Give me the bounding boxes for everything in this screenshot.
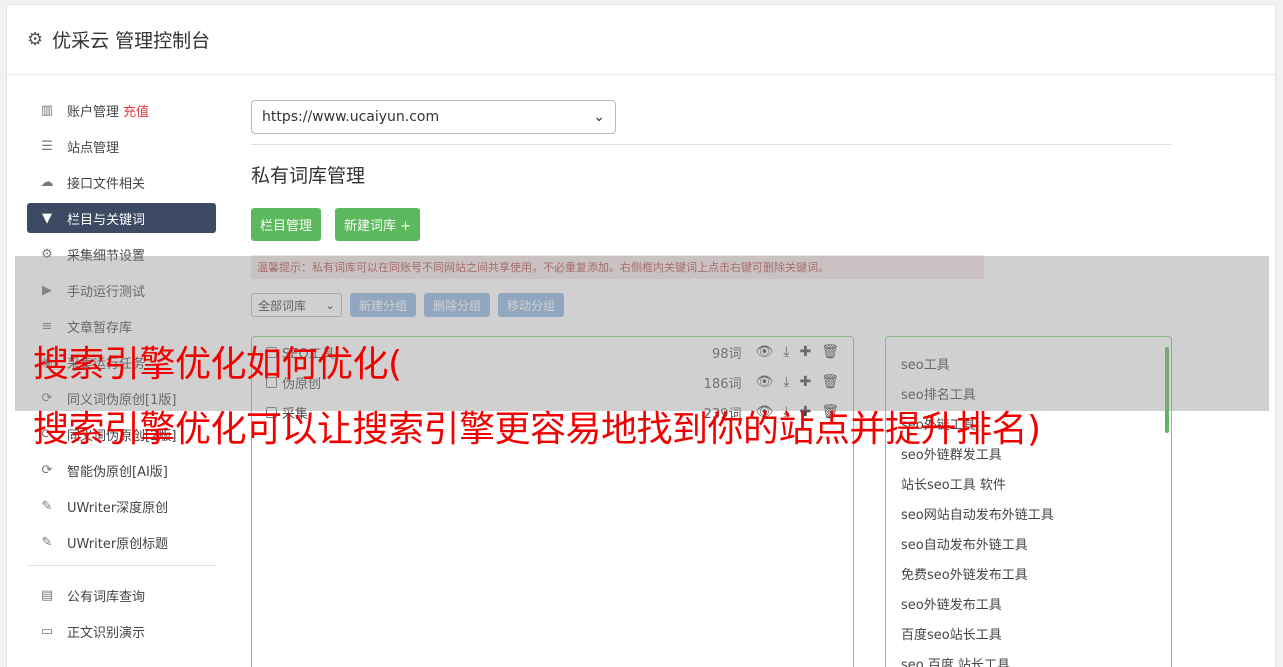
edit-icon: ✎ bbox=[41, 534, 53, 550]
sidebar-item-label: 账户管理 bbox=[67, 104, 120, 120]
sidebar-item-label: 站点管理 bbox=[67, 140, 120, 156]
sidebar-item-label: 智能伪原创[AI版] bbox=[67, 464, 168, 480]
refresh-icon: ⟳ bbox=[41, 462, 53, 478]
columns-button[interactable]: 栏目管理 bbox=[251, 208, 322, 241]
sidebar-item-label: UWriter深度原创 bbox=[67, 500, 169, 516]
sidebar-item-label: 公有词库查询 bbox=[67, 589, 146, 605]
sidebar-item-label: 接口文件相关 bbox=[67, 176, 146, 192]
filter-icon: ▼ bbox=[42, 210, 52, 226]
sidebar-item-account[interactable]: ▥ 账户管理 充值 bbox=[27, 95, 216, 125]
recharge-link[interactable]: 充值 bbox=[123, 101, 149, 120]
keyword-item[interactable]: 免费seo外链发布工具 bbox=[886, 558, 1171, 588]
sidebar-item-label: 栏目与关键词 bbox=[67, 212, 146, 228]
sidebar-item-text-recognition[interactable]: ▭ 正文识别演示 bbox=[27, 616, 216, 646]
keyword-item[interactable]: seo网站自动发布外链工具 bbox=[886, 498, 1171, 528]
keyword-item[interactable]: 站长seo工具 软件 bbox=[886, 468, 1171, 498]
overlay-caption-line1: 搜索引擎优化如何优化( bbox=[33, 344, 402, 385]
server-icon: ☰ bbox=[41, 138, 53, 154]
overlay-caption-line2: 搜索引擎优化可以让搜索引擎更容易地找到你的站点并提升排名) bbox=[33, 409, 1041, 450]
page-title: 优采云 管理控制台 bbox=[52, 30, 211, 52]
sidebar-divider bbox=[27, 565, 216, 566]
chevron-down-icon: ⌄ bbox=[593, 109, 605, 125]
sidebar-item-sites[interactable]: ☰ 站点管理 bbox=[27, 131, 216, 161]
divider bbox=[251, 144, 1171, 145]
sidebar-item-ai-rewrite[interactable]: ⟳ 智能伪原创[AI版] bbox=[27, 455, 216, 485]
keyword-item[interactable]: seo外链发布工具 bbox=[886, 588, 1171, 618]
overlay-band bbox=[15, 256, 1269, 411]
keyword-item[interactable]: seo自动发布外链工具 bbox=[886, 528, 1171, 558]
sidebar-item-uwriter-title[interactable]: ✎ UWriter原创标题 bbox=[27, 527, 216, 557]
new-lexicon-button[interactable]: 新建词库 + bbox=[335, 208, 421, 241]
bar-chart-icon: ▥ bbox=[40, 102, 54, 118]
site-select[interactable]: https://www.ucaiyun.com ⌄ bbox=[251, 100, 616, 134]
sidebar-item-columns-keywords[interactable]: ▼ 栏目与关键词 bbox=[27, 203, 216, 233]
edit-icon: ✎ bbox=[41, 498, 53, 514]
keyword-item[interactable]: 百度seo站长工具 bbox=[886, 618, 1171, 648]
sidebar-item-uwriter-deep[interactable]: ✎ UWriter深度原创 bbox=[27, 491, 216, 521]
book-icon: ▤ bbox=[40, 587, 54, 603]
monitor-icon: ▭ bbox=[40, 623, 54, 639]
cloud-upload-icon: ☁ bbox=[40, 174, 54, 190]
top-bar: ⚙ 优采云 管理控制台 bbox=[7, 5, 1275, 75]
sidebar-item-label: 正文识别演示 bbox=[67, 625, 146, 641]
keyword-item[interactable]: seo 百度 站长工具 bbox=[886, 648, 1171, 667]
sidebar-item-public-lexicon[interactable]: ▤ 公有词库查询 bbox=[27, 580, 216, 610]
site-select-value: https://www.ucaiyun.com bbox=[262, 109, 440, 125]
gear-icon: ⚙ bbox=[27, 29, 44, 50]
sidebar-item-label: UWriter原创标题 bbox=[67, 536, 169, 552]
sidebar-item-interface-files[interactable]: ☁ 接口文件相关 bbox=[27, 167, 216, 197]
section-title: 私有词库管理 bbox=[251, 165, 366, 187]
